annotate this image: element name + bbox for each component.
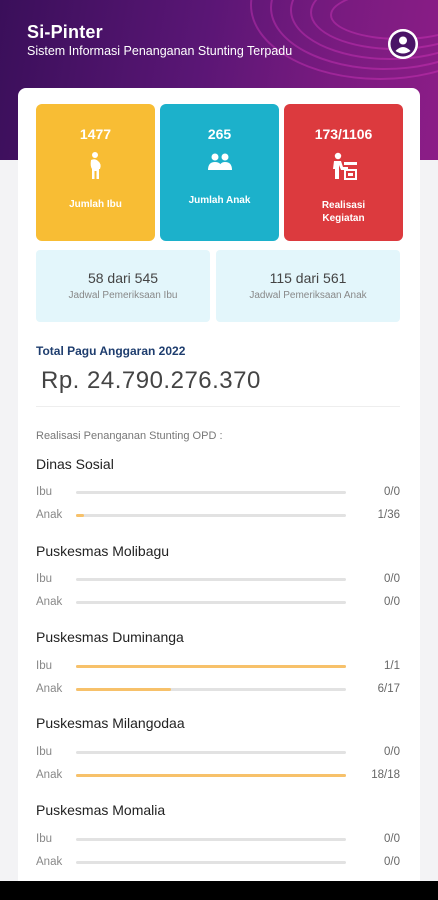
pagu-label: Total Pagu Anggaran 2022 — [36, 344, 186, 358]
progress-track — [76, 491, 346, 494]
tile-label: Jumlah Anak — [188, 195, 251, 206]
row-label: Anak — [36, 596, 63, 608]
divider — [36, 406, 400, 407]
tile-value: 1477 — [79, 126, 112, 142]
progress-row-ibu: Ibu 0/0 — [36, 486, 400, 500]
opd-name: Dinas Sosial — [36, 456, 114, 472]
pagu-value: Rp. 24.790.276.370 — [41, 367, 261, 394]
progress-row-anak: Anak 6/17 — [36, 683, 400, 697]
progress-fill — [76, 514, 84, 517]
opd-name: Puskesmas Milangodaa — [36, 715, 185, 731]
schedule-anak-card[interactable]: 115 dari 561 Jadwal Pemeriksaan Anak — [216, 250, 400, 322]
progress-row-ibu: Ibu 0/0 — [36, 573, 400, 587]
system-navigation-bar — [0, 881, 438, 900]
progress-fill — [76, 688, 172, 691]
progress-row-ibu: Ibu 0/0 — [36, 833, 400, 847]
tile-value: 173/1106 — [314, 126, 373, 142]
row-label: Anak — [36, 683, 63, 695]
progress-track — [76, 861, 346, 864]
opd-item: Puskesmas Momalia Ibu 0/0 Anak 0/0 — [36, 802, 400, 872]
row-value: 0/0 — [384, 573, 400, 585]
progress-fill — [76, 665, 346, 668]
schedule-ibu-card[interactable]: 58 dari 545 Jadwal Pemeriksaan Ibu — [36, 250, 210, 322]
schedule-label: Jadwal Pemeriksaan Ibu — [68, 290, 178, 301]
row-label: Ibu — [36, 746, 52, 758]
row-value: 6/17 — [377, 683, 400, 695]
row-label: Ibu — [36, 573, 52, 585]
progress-track — [76, 665, 346, 668]
tile-label: Realisasi Kegiatan — [321, 200, 366, 224]
progress-fill — [76, 774, 346, 777]
opd-name: Puskesmas Momalia — [36, 802, 166, 818]
app-title: Si-Pinter — [27, 22, 103, 42]
opd-item: Puskesmas Milangodaa Ibu 0/0 Anak 18/18 — [36, 715, 400, 785]
tile-jumlah-ibu[interactable]: 1477 Jumlah Ibu — [36, 104, 155, 241]
row-label: Anak — [36, 769, 63, 781]
user-icon — [388, 29, 418, 59]
row-value: 0/0 — [384, 596, 400, 608]
row-value: 1/36 — [377, 509, 400, 521]
opd-name: Puskesmas Molibagu — [36, 543, 170, 559]
tile-label: Jumlah Ibu — [69, 199, 122, 210]
opd-item: Puskesmas Molibagu Ibu 0/0 Anak 0/0 — [36, 543, 400, 613]
content-card: 1477 Jumlah Ibu 265 Jumlah Anak 173/1106 — [18, 88, 420, 900]
progress-track — [76, 578, 346, 581]
progress-row-anak: Anak 1/36 — [36, 509, 400, 523]
row-value: 18/18 — [371, 769, 400, 781]
row-value: 0/0 — [384, 856, 400, 868]
progress-row-anak: Anak 0/0 — [36, 596, 400, 610]
progress-row-ibu: Ibu 1/1 — [36, 660, 400, 674]
tile-value: 265 — [207, 126, 232, 142]
row-value: 0/0 — [384, 833, 400, 845]
row-label: Ibu — [36, 486, 52, 498]
app-subtitle: Sistem Informasi Penanganan Stunting Ter… — [27, 44, 293, 58]
progress-track — [76, 751, 346, 754]
progress-track — [76, 601, 346, 604]
pregnant-woman-icon — [36, 152, 155, 180]
profile-button[interactable] — [388, 29, 418, 59]
row-label: Anak — [36, 856, 63, 868]
progress-track — [76, 838, 346, 841]
row-value: 0/0 — [384, 486, 400, 498]
schedule-label: Jadwal Pemeriksaan Anak — [249, 290, 367, 301]
schedule-value: 115 dari 561 — [269, 270, 347, 286]
row-label: Anak — [36, 509, 63, 521]
progress-row-ibu: Ibu 0/0 — [36, 746, 400, 760]
row-value: 0/0 — [384, 746, 400, 758]
row-value: 1/1 — [384, 660, 400, 672]
progress-row-anak: Anak 0/0 — [36, 856, 400, 870]
realisasi-title: Realisasi Penanganan Stunting OPD : — [36, 430, 223, 442]
tile-realisasi-kegiatan[interactable]: 173/1106 Realisasi Kegiatan — [284, 104, 403, 241]
progress-row-anak: Anak 18/18 — [36, 769, 400, 783]
schedule-value: 58 dari 545 — [87, 270, 159, 286]
opd-name: Puskesmas Duminanga — [36, 629, 184, 645]
row-label: Ibu — [36, 833, 52, 845]
row-label: Ibu — [36, 660, 52, 672]
progress-track — [76, 514, 346, 517]
children-icon — [160, 152, 279, 172]
progress-track — [76, 774, 346, 777]
tile-jumlah-anak[interactable]: 265 Jumlah Anak — [160, 104, 279, 241]
opd-item: Puskesmas Duminanga Ibu 1/1 Anak 6/17 — [36, 629, 400, 699]
progress-track — [76, 688, 346, 691]
opd-item: Dinas Sosial Ibu 0/0 Anak 1/36 — [36, 456, 400, 526]
activity-icon — [284, 152, 403, 180]
